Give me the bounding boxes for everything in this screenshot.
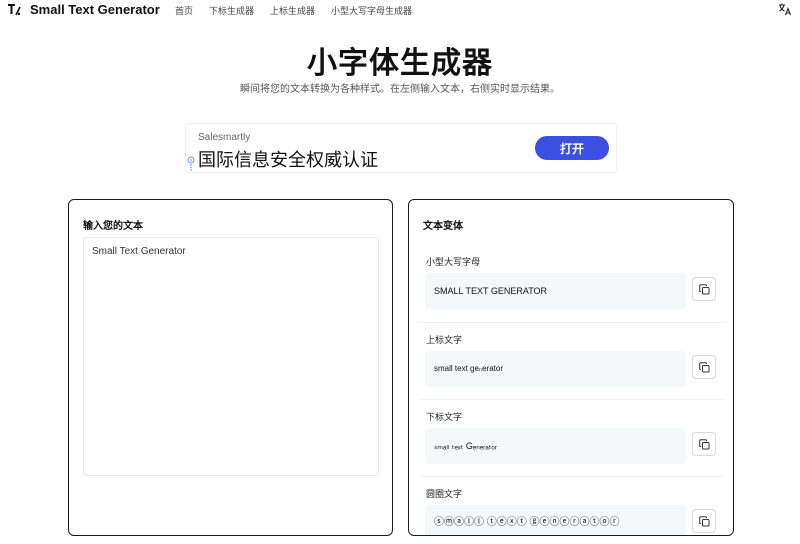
variant-subscript: 下标文字 ₛₘₐₗₗ ₜₑₓₜ Gₑₙₑᵣₐₜₒᵣ bbox=[419, 399, 725, 476]
copy-icon bbox=[699, 516, 710, 527]
copy-button[interactable] bbox=[692, 355, 716, 379]
page-title: 小字体生成器 bbox=[307, 47, 493, 80]
copy-icon bbox=[699, 362, 710, 373]
main-nav: 首页 下标生成器 上标生成器 小型大写字母生成器 bbox=[175, 4, 412, 17]
variant-label: 上标文字 bbox=[426, 335, 463, 345]
variant-output[interactable]: small text geₙerator bbox=[425, 351, 686, 387]
ad-title[interactable]: 国际信息安全权威认证 bbox=[198, 146, 378, 172]
nav-link-subscript[interactable]: 下标生成器 bbox=[209, 4, 254, 17]
copy-button[interactable] bbox=[692, 509, 716, 533]
ad-open-button[interactable]: 打开 bbox=[535, 136, 609, 160]
variant-circled: 圆圈文字 ⓢⓜⓐⓛⓛ ⓣⓔⓧⓣ ⓖⓔⓝⓔⓡⓐⓣⓞⓡ bbox=[419, 476, 725, 535]
top-header: Small Text Generator 首页 下标生成器 上标生成器 小型大写… bbox=[0, 0, 800, 24]
variant-output[interactable]: ₛₘₐₗₗ ₜₑₓₜ Gₑₙₑᵣₐₜₒᵣ bbox=[425, 428, 686, 464]
input-panel: 输入您的文本 Small Text Generator bbox=[68, 199, 393, 536]
variant-output[interactable]: SMALL TEXT GENERATOR bbox=[425, 273, 686, 309]
page-subtitle: 瞬间将您的文本转换为各种样式。在左侧输入文本，右侧实时显示结果。 bbox=[240, 84, 560, 95]
text-logo-icon[interactable] bbox=[6, 2, 22, 18]
variant-output[interactable]: ⓢⓜⓐⓛⓛ ⓣⓔⓧⓣ ⓖⓔⓝⓔⓡⓐⓣⓞⓡ bbox=[425, 505, 686, 535]
copy-button[interactable] bbox=[692, 277, 716, 301]
variant-label: 小型大写字母 bbox=[426, 257, 481, 267]
ad-brand: Salesmartly bbox=[198, 132, 251, 143]
output-heading: 文本变体 bbox=[423, 221, 463, 232]
variant-small-caps: 小型大写字母 SMALL TEXT GENERATOR bbox=[419, 245, 725, 322]
input-heading: 输入您的文本 bbox=[83, 221, 143, 232]
copy-icon bbox=[699, 284, 710, 295]
variant-list: 小型大写字母 SMALL TEXT GENERATOR 上标文字 small t… bbox=[419, 245, 725, 535]
nav-link-small-caps[interactable]: 小型大写字母生成器 bbox=[331, 4, 412, 17]
copy-icon bbox=[699, 439, 710, 450]
ad-info-icon[interactable] bbox=[187, 156, 195, 172]
nav-link-superscript[interactable]: 上标生成器 bbox=[270, 4, 315, 17]
copy-button[interactable] bbox=[692, 432, 716, 456]
variant-label: 圆圈文字 bbox=[426, 489, 463, 499]
brand-name[interactable]: Small Text Generator bbox=[30, 2, 160, 17]
text-input[interactable]: Small Text Generator bbox=[83, 237, 379, 476]
nav-link-home[interactable]: 首页 bbox=[175, 4, 193, 17]
output-panel: 文本变体 小型大写字母 SMALL TEXT GENERATOR 上标文字 sm… bbox=[408, 199, 734, 536]
variant-superscript: 上标文字 small text geₙerator bbox=[419, 322, 725, 399]
ad-banner[interactable]: Salesmartly 国际信息安全权威认证 打开 bbox=[185, 123, 617, 173]
variant-label: 下标文字 bbox=[426, 412, 463, 422]
translate-icon[interactable] bbox=[778, 2, 792, 16]
